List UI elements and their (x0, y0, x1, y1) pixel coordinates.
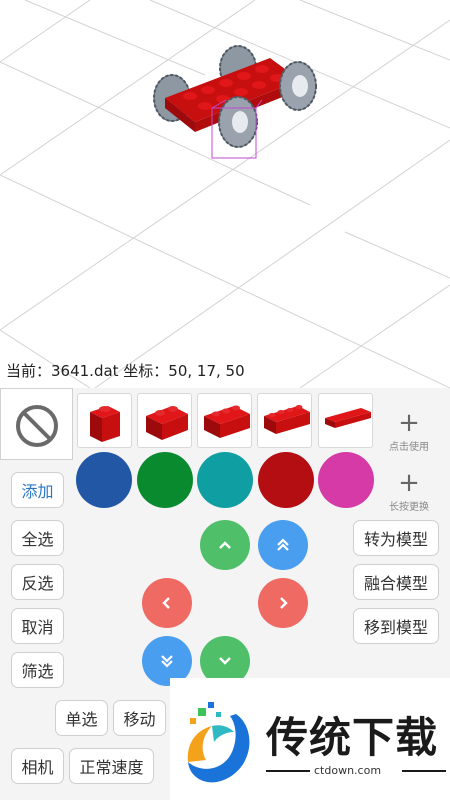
filter-button[interactable]: 筛选 (11, 652, 64, 688)
move-up-button[interactable] (200, 520, 250, 570)
merge-model-button[interactable]: 融合模型 (353, 564, 439, 600)
chevron-left-icon (162, 597, 170, 609)
chevron-right-icon (280, 597, 288, 609)
color-swatch-blue[interactable] (76, 452, 132, 508)
watermark-divider-right (402, 770, 446, 772)
select-all-button[interactable]: 全选 (11, 520, 64, 556)
part-tile-plate-1x6[interactable] (318, 393, 373, 448)
brick-1x4-icon (264, 405, 310, 434)
invert-selection-button[interactable]: 反选 (11, 564, 64, 600)
ctdown-logo (187, 702, 250, 783)
part-tile-brick-1x1[interactable] (77, 393, 132, 448)
car-model (153, 45, 317, 159)
brick-1x2-icon (146, 406, 188, 440)
grid-floor (0, 0, 450, 388)
move-left-button[interactable] (142, 578, 192, 628)
tap-to-use-label: 点击使用 (389, 442, 429, 453)
chevron-up-icon (219, 541, 231, 549)
status-coordinates: 当前：3641.dat 坐标：50, 17, 50 (6, 362, 245, 380)
tap-to-use-action[interactable]: + 点击使用 (378, 410, 440, 453)
plus-icon: + (398, 408, 420, 438)
watermark-divider-left (266, 770, 310, 772)
camera-button[interactable]: 相机 (11, 748, 64, 784)
plate-1x6-icon (325, 408, 371, 428)
part-tile-brick-1x2[interactable] (137, 393, 192, 448)
add-button[interactable]: 添加 (11, 472, 64, 508)
brick-1x1-icon (90, 406, 120, 442)
single-select-button[interactable]: 单选 (55, 700, 108, 736)
move-right-button[interactable] (258, 578, 308, 628)
part-tile-brick-1x4[interactable] (257, 393, 312, 448)
plus-icon: + (398, 468, 420, 498)
move-to-model-button[interactable]: 移到模型 (353, 608, 439, 644)
brick-1x3-icon (204, 405, 250, 438)
cancel-button[interactable]: 取消 (11, 608, 64, 644)
long-press-replace-label: 长按更换 (389, 502, 429, 513)
color-swatch-magenta[interactable] (318, 452, 374, 508)
watermark-overlay: 传统下载 ctdown.com (170, 678, 450, 800)
convert-to-model-button[interactable]: 转为模型 (353, 520, 439, 556)
part-tile-brick-1x3[interactable] (197, 393, 252, 448)
long-press-replace-action[interactable]: + 长按更换 (378, 470, 440, 513)
watermark-url: ctdown.com (314, 764, 382, 777)
no-selection-tile[interactable] (0, 388, 73, 460)
chevron-down-icon (219, 657, 231, 665)
watermark-title: 传统下载 (266, 713, 439, 762)
move-forward-button[interactable] (258, 520, 308, 570)
color-swatch-green[interactable] (137, 452, 193, 508)
move-button[interactable]: 移动 (113, 700, 166, 736)
3d-viewport[interactable]: 当前：3641.dat 坐标：50, 17, 50 (0, 0, 450, 388)
color-swatch-red[interactable] (258, 452, 314, 508)
double-chevron-up-icon (277, 538, 289, 551)
speed-button[interactable]: 正常速度 (69, 748, 154, 784)
color-swatch-teal[interactable] (197, 452, 253, 508)
prohibited-icon (16, 405, 58, 447)
double-chevron-down-icon (161, 655, 173, 668)
